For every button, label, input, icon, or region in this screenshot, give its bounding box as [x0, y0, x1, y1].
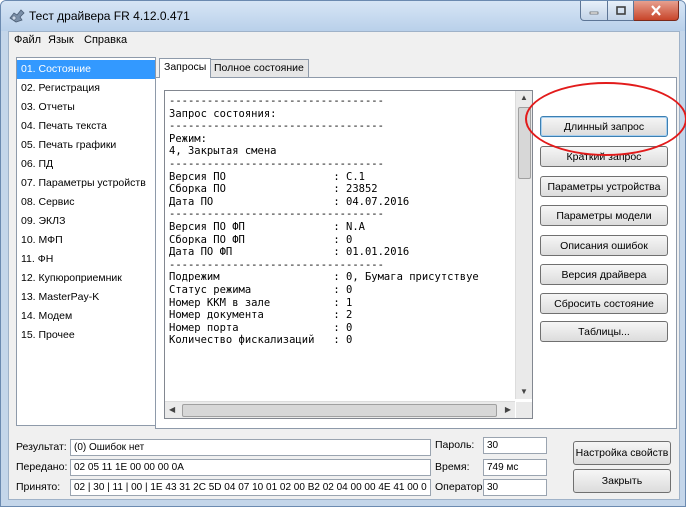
sidebar-item-fn[interactable]: 11. ФН [17, 250, 155, 269]
menu-help[interactable]: Справка [84, 34, 127, 46]
menu-file[interactable]: Файл [14, 34, 41, 46]
horizontal-scroll-thumb[interactable] [182, 404, 497, 417]
window-controls [580, 1, 679, 21]
received-label: Принято: [16, 481, 61, 493]
console-text: ---------------------------------- Запро… [169, 95, 479, 347]
sidebar-item-print-text[interactable]: 04. Печать текста [17, 117, 155, 136]
time-label: Время: [435, 461, 470, 473]
app-window: Тест драйвера FR 4.12.0.471 Файл Язык Сп… [0, 0, 686, 507]
title-bar[interactable]: Тест драйвера FR 4.12.0.471 [1, 1, 685, 31]
annotation-ellipse [525, 82, 686, 156]
sidebar-item-registration[interactable]: 02. Регистрация [17, 79, 155, 98]
device-params-button[interactable]: Параметры устройства [540, 176, 668, 197]
maximize-button[interactable] [608, 1, 634, 21]
window-title: Тест драйвера FR 4.12.0.471 [29, 9, 190, 23]
settings-button[interactable]: Настройка свойств [573, 441, 671, 465]
model-params-button[interactable]: Параметры модели [540, 205, 668, 226]
close-button[interactable]: Закрыть [573, 469, 671, 493]
result-label: Результат: [16, 441, 67, 453]
tables-button[interactable]: Таблицы... [540, 321, 668, 342]
sent-label: Передано: [16, 461, 68, 473]
password-field[interactable]: 30 [483, 437, 547, 454]
close-icon [651, 5, 661, 16]
time-field[interactable]: 749 мс [483, 459, 547, 476]
output-console[interactable]: ---------------------------------- Запро… [164, 90, 533, 419]
sidebar-item-reports[interactable]: 03. Отчеты [17, 98, 155, 117]
minimize-icon [589, 11, 599, 14]
scroll-down-icon[interactable]: ▼ [520, 388, 528, 396]
app-icon [9, 9, 25, 23]
sidebar-item-pd[interactable]: 06. ПД [17, 155, 155, 174]
tab-full-status[interactable]: Полное состояние [209, 59, 309, 77]
menu-bar: Файл Язык Справка [9, 32, 679, 50]
sidebar-item-status[interactable]: 01. Состояние [17, 60, 155, 79]
sidebar-item-masterpay[interactable]: 13. MasterPay-K [17, 288, 155, 307]
sidebar-list[interactable]: 01. Состояние 02. Регистрация 03. Отчеты… [16, 57, 156, 426]
operator-label: Оператор: [435, 481, 486, 493]
tab-requests[interactable]: Запросы [159, 58, 212, 78]
password-label: Пароль: [435, 439, 475, 451]
minimize-button[interactable] [580, 1, 608, 21]
operator-field[interactable]: 30 [483, 479, 547, 496]
horizontal-scrollbar[interactable]: ◀ ▶ [165, 401, 515, 418]
received-field[interactable]: 02 | 30 | 11 | 00 | 1E 43 31 2C 5D 04 07… [70, 479, 431, 496]
menu-language[interactable]: Язык [48, 34, 74, 46]
sidebar-item-bill-acceptor[interactable]: 12. Купюроприемник [17, 269, 155, 288]
sidebar-item-device-params[interactable]: 07. Параметры устройств [17, 174, 155, 193]
close-window-button[interactable] [634, 1, 679, 21]
sidebar-item-modem[interactable]: 14. Модем [17, 307, 155, 326]
error-descriptions-button[interactable]: Описания ошибок [540, 235, 668, 256]
status-area: Результат: (0) Ошибок нет Передано: 02 0… [16, 431, 672, 496]
sidebar-item-print-graphics[interactable]: 05. Печать графики [17, 136, 155, 155]
maximize-icon [615, 5, 626, 15]
scroll-corner [516, 402, 532, 418]
sent-field[interactable]: 02 05 11 1E 00 00 00 0A [70, 459, 431, 476]
sidebar-item-other[interactable]: 15. Прочее [17, 326, 155, 345]
scroll-left-icon[interactable]: ◀ [169, 406, 175, 414]
sidebar-item-service[interactable]: 08. Сервис [17, 193, 155, 212]
result-field[interactable]: (0) Ошибок нет [70, 439, 431, 456]
reset-state-button[interactable]: Сбросить состояние [540, 293, 668, 314]
driver-version-button[interactable]: Версия драйвера [540, 264, 668, 285]
vertical-scrollbar[interactable]: ▲ ▼ [515, 91, 532, 399]
sidebar-item-mfp[interactable]: 10. МФП [17, 231, 155, 250]
sidebar-item-eklz[interactable]: 09. ЭКЛЗ [17, 212, 155, 231]
scroll-up-icon[interactable]: ▲ [520, 94, 528, 102]
scroll-right-icon[interactable]: ▶ [505, 406, 511, 414]
